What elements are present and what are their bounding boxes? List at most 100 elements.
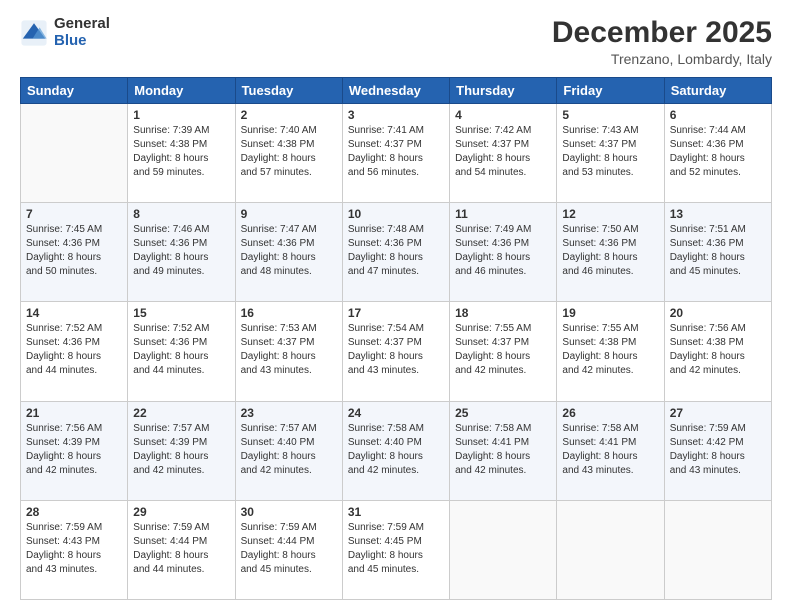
day-info: Sunrise: 7:41 AM Sunset: 4:37 PM Dayligh… (348, 124, 444, 180)
table-row: 27 Sunrise: 7:59 AM Sunset: 4:42 PM Dayli… (664, 401, 771, 500)
day-info: Sunrise: 7:58 AM Sunset: 4:41 PM Dayligh… (562, 422, 658, 478)
table-row: 22 Sunrise: 7:57 AM Sunset: 4:39 PM Dayli… (128, 401, 235, 500)
day-number: 10 (348, 207, 444, 221)
table-row (557, 500, 664, 599)
table-row (21, 104, 128, 203)
day-info: Sunrise: 7:48 AM Sunset: 4:36 PM Dayligh… (348, 223, 444, 279)
day-info: Sunrise: 7:44 AM Sunset: 4:36 PM Dayligh… (670, 124, 766, 180)
table-row: 17 Sunrise: 7:54 AM Sunset: 4:37 PM Dayli… (342, 302, 449, 401)
logo: General Blue (20, 16, 110, 49)
table-row: 15 Sunrise: 7:52 AM Sunset: 4:36 PM Dayli… (128, 302, 235, 401)
table-row: 21 Sunrise: 7:56 AM Sunset: 4:39 PM Dayli… (21, 401, 128, 500)
day-number: 30 (241, 505, 337, 519)
table-row: 19Sunrise: 7:55 AM Sunset: 4:38 PM Dayli… (557, 302, 664, 401)
calendar-week-row: 28Sunrise: 7:59 AM Sunset: 4:43 PM Dayli… (21, 500, 772, 599)
day-number: 12 (562, 207, 658, 221)
day-info: Sunrise: 7:59 AM Sunset: 4:44 PM Dayligh… (133, 521, 229, 577)
day-number: 25 (455, 406, 551, 420)
day-info: Sunrise: 7:57 AM Sunset: 4:39 PM Dayligh… (133, 422, 229, 478)
table-row: 31 Sunrise: 7:59 AM Sunset: 4:45 PM Dayli… (342, 500, 449, 599)
col-friday: Friday (557, 78, 664, 104)
day-info: Sunrise: 7:39 AM Sunset: 4:38 PM Dayligh… (133, 124, 229, 180)
table-row (664, 500, 771, 599)
col-thursday: Thursday (450, 78, 557, 104)
table-row: 16Sunrise: 7:53 AM Sunset: 4:37 PM Dayli… (235, 302, 342, 401)
table-row: 28Sunrise: 7:59 AM Sunset: 4:43 PM Dayli… (21, 500, 128, 599)
day-number: 17 (348, 306, 444, 320)
day-info: Sunrise: 7:54 AM Sunset: 4:37 PM Dayligh… (348, 322, 444, 378)
day-number: 3 (348, 108, 444, 122)
day-info: Sunrise: 7:56 AM Sunset: 4:39 PM Dayligh… (26, 422, 122, 478)
table-row: 25 Sunrise: 7:58 AM Sunset: 4:41 PM Dayli… (450, 401, 557, 500)
table-row: 29 Sunrise: 7:59 AM Sunset: 4:44 PM Dayli… (128, 500, 235, 599)
table-row: 14Sunrise: 7:52 AM Sunset: 4:36 PM Dayli… (21, 302, 128, 401)
table-row: 8Sunrise: 7:46 AM Sunset: 4:36 PM Daylig… (128, 203, 235, 302)
table-row: 12 Sunrise: 7:50 AM Sunset: 4:36 PM Dayli… (557, 203, 664, 302)
day-info: Sunrise: 7:58 AM Sunset: 4:40 PM Dayligh… (348, 422, 444, 478)
day-number: 19 (562, 306, 658, 320)
day-number: 14 (26, 306, 122, 320)
col-sunday: Sunday (21, 78, 128, 104)
day-number: 15 (133, 306, 229, 320)
page: General Blue December 2025 Trenzano, Lom… (0, 0, 792, 612)
table-row: 13 Sunrise: 7:51 AM Sunset: 4:36 PM Dayli… (664, 203, 771, 302)
location: Trenzano, Lombardy, Italy (552, 51, 772, 67)
day-info: Sunrise: 7:58 AM Sunset: 4:41 PM Dayligh… (455, 422, 551, 478)
day-number: 29 (133, 505, 229, 519)
table-row: 24 Sunrise: 7:58 AM Sunset: 4:40 PM Dayli… (342, 401, 449, 500)
day-number: 20 (670, 306, 766, 320)
table-row: 30Sunrise: 7:59 AM Sunset: 4:44 PM Dayli… (235, 500, 342, 599)
calendar-week-row: 21 Sunrise: 7:56 AM Sunset: 4:39 PM Dayli… (21, 401, 772, 500)
day-info: Sunrise: 7:40 AM Sunset: 4:38 PM Dayligh… (241, 124, 337, 180)
day-number: 31 (348, 505, 444, 519)
day-info: Sunrise: 7:55 AM Sunset: 4:37 PM Dayligh… (455, 322, 551, 378)
day-number: 27 (670, 406, 766, 420)
header: General Blue December 2025 Trenzano, Lom… (20, 16, 772, 67)
title-block: December 2025 Trenzano, Lombardy, Italy (552, 16, 772, 67)
col-saturday: Saturday (664, 78, 771, 104)
day-info: Sunrise: 7:59 AM Sunset: 4:42 PM Dayligh… (670, 422, 766, 478)
day-info: Sunrise: 7:59 AM Sunset: 4:43 PM Dayligh… (26, 521, 122, 577)
day-number: 9 (241, 207, 337, 221)
day-number: 1 (133, 108, 229, 122)
day-number: 7 (26, 207, 122, 221)
day-info: Sunrise: 7:45 AM Sunset: 4:36 PM Dayligh… (26, 223, 122, 279)
day-number: 11 (455, 207, 551, 221)
calendar-week-row: 1 Sunrise: 7:39 AM Sunset: 4:38 PM Daylig… (21, 104, 772, 203)
day-info: Sunrise: 7:50 AM Sunset: 4:36 PM Dayligh… (562, 223, 658, 279)
day-info: Sunrise: 7:47 AM Sunset: 4:36 PM Dayligh… (241, 223, 337, 279)
day-number: 2 (241, 108, 337, 122)
day-info: Sunrise: 7:57 AM Sunset: 4:40 PM Dayligh… (241, 422, 337, 478)
day-number: 4 (455, 108, 551, 122)
day-number: 6 (670, 108, 766, 122)
day-info: Sunrise: 7:51 AM Sunset: 4:36 PM Dayligh… (670, 223, 766, 279)
day-info: Sunrise: 7:59 AM Sunset: 4:45 PM Dayligh… (348, 521, 444, 577)
table-row: 23Sunrise: 7:57 AM Sunset: 4:40 PM Dayli… (235, 401, 342, 500)
col-tuesday: Tuesday (235, 78, 342, 104)
table-row: 5 Sunrise: 7:43 AM Sunset: 4:37 PM Daylig… (557, 104, 664, 203)
day-number: 22 (133, 406, 229, 420)
month-title: December 2025 (552, 16, 772, 49)
calendar-week-row: 14 Sunrise: 7:52 AM Sunset: 4:36 PM Dayli… (21, 302, 772, 401)
table-row (450, 500, 557, 599)
day-info: Sunrise: 7:49 AM Sunset: 4:36 PM Dayligh… (455, 223, 551, 279)
day-info: Sunrise: 7:42 AM Sunset: 4:37 PM Dayligh… (455, 124, 551, 180)
table-row: 1 Sunrise: 7:39 AM Sunset: 4:38 PM Daylig… (128, 104, 235, 203)
day-info: Sunrise: 7:52 AM Sunset: 4:36 PM Dayligh… (133, 322, 229, 378)
table-row: 9 Sunrise: 7:47 AM Sunset: 4:36 PM Daylig… (235, 203, 342, 302)
day-info: Sunrise: 7:56 AM Sunset: 4:38 PM Dayligh… (670, 322, 766, 378)
day-info: Sunrise: 7:46 AM Sunset: 4:36 PM Dayligh… (133, 223, 229, 279)
table-row: 3 Sunrise: 7:41 AM Sunset: 4:37 PM Daylig… (342, 104, 449, 203)
day-number: 24 (348, 406, 444, 420)
col-monday: Monday (128, 78, 235, 104)
table-row: 6 Sunrise: 7:44 AM Sunset: 4:36 PM Daylig… (664, 104, 771, 203)
day-number: 21 (26, 406, 122, 420)
day-info: Sunrise: 7:53 AM Sunset: 4:37 PM Dayligh… (241, 322, 337, 378)
day-info: Sunrise: 7:43 AM Sunset: 4:37 PM Dayligh… (562, 124, 658, 180)
table-row: 10 Sunrise: 7:48 AM Sunset: 4:36 PM Dayli… (342, 203, 449, 302)
logo-text: General Blue (54, 16, 110, 49)
day-number: 5 (562, 108, 658, 122)
day-number: 18 (455, 306, 551, 320)
day-number: 13 (670, 207, 766, 221)
table-row: 11 Sunrise: 7:49 AM Sunset: 4:36 PM Dayli… (450, 203, 557, 302)
